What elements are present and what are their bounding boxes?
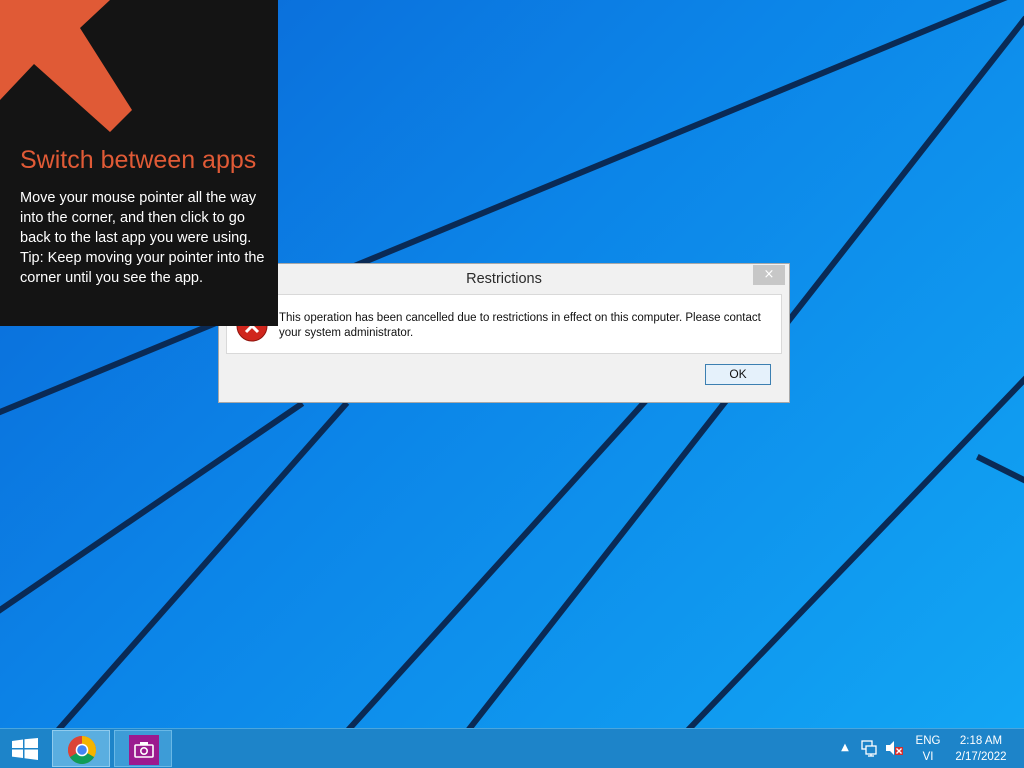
clock[interactable]: 2:18 AM 2/17/2022 — [948, 733, 1014, 765]
taskbar-app-chrome[interactable] — [52, 730, 110, 767]
keyboard-layout-code: VI — [922, 751, 934, 763]
language-code: ENG — [915, 735, 941, 747]
tip-panel: Switch between apps Move your mouse poin… — [0, 0, 278, 326]
tip-body: Move your mouse pointer all the way into… — [20, 188, 266, 288]
input-language-indicator[interactable]: ENG VI — [910, 733, 946, 765]
dialog-content: This operation has been cancelled due to… — [226, 294, 782, 354]
clock-date: 2/17/2022 — [955, 751, 1007, 763]
taskbar-app-camera[interactable] — [114, 730, 172, 767]
volume-muted-icon[interactable] — [884, 739, 904, 757]
tip-text-hint: Tip: Keep moving your pointer into the c… — [20, 250, 265, 286]
tip-text-instruction: Move your mouse pointer all the way into… — [20, 190, 257, 246]
tip-title: Switch between apps — [20, 146, 257, 174]
camera-icon — [129, 735, 159, 765]
dialog-title: Restrictions — [466, 271, 542, 287]
corner-arrow-icon — [0, 0, 132, 132]
clock-time: 2:18 AM — [959, 735, 1003, 747]
dialog-titlebar[interactable]: Restrictions × — [219, 264, 789, 294]
network-icon[interactable] — [860, 739, 878, 757]
show-hidden-icons-button[interactable]: ▲ — [838, 738, 852, 758]
chrome-icon — [68, 736, 96, 764]
start-button[interactable] — [0, 729, 50, 768]
taskbar: ▲ ENG VI 2:18 AM 2/17/2022 — [0, 728, 1024, 768]
windows-logo-icon — [12, 738, 38, 760]
dialog-message: This operation has been cancelled due to… — [279, 312, 761, 339]
ok-button[interactable]: OK — [705, 364, 771, 385]
restrictions-dialog: Restrictions × This operation has been c… — [218, 263, 790, 403]
close-button[interactable]: × — [753, 265, 785, 285]
